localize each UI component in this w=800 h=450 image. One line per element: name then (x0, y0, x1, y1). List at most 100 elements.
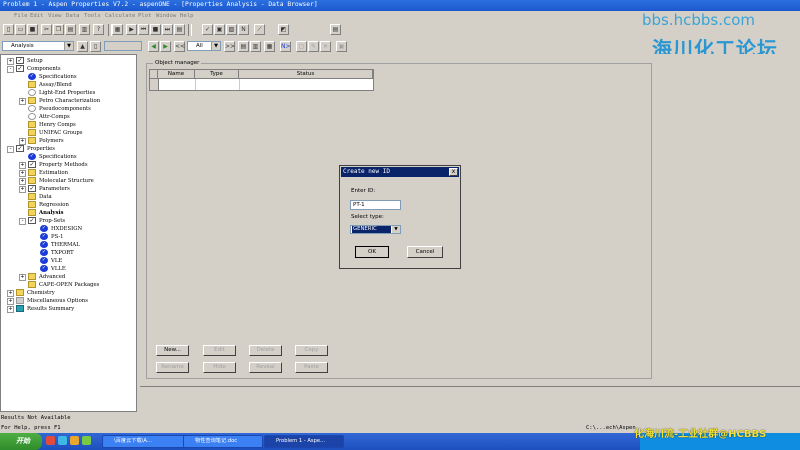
menu-plot[interactable]: Plot (138, 13, 151, 19)
rename-button[interactable]: Rename (156, 362, 189, 373)
collapse-icon[interactable]: - (7, 146, 14, 153)
quicklaunch-chat-icon[interactable] (82, 436, 91, 445)
tree-item[interactable]: + Chemistry (1, 289, 136, 297)
open-file-icon[interactable]: ▭ (15, 24, 26, 35)
tree-item[interactable]: ✓ Specifications (1, 73, 136, 81)
task-button-folder[interactable]: \百度云下载\A... (102, 435, 186, 448)
tree-item[interactable]: - ✓ Prop-Sets (1, 217, 136, 225)
previous-button[interactable]: << (174, 41, 185, 52)
quicklaunch-qq-icon[interactable] (70, 436, 79, 445)
nav-folder-combo[interactable]: Analysis ▼ (2, 41, 74, 51)
expand-icon[interactable]: + (19, 98, 26, 105)
expand-icon[interactable]: + (19, 162, 26, 169)
results-icon[interactable]: ▤ (174, 24, 185, 35)
id-input[interactable]: PT-1 (350, 200, 401, 210)
next-icon[interactable]: N (238, 24, 249, 35)
tree-item[interactable]: ✓ THERMAL (1, 241, 136, 249)
cut-icon[interactable]: ✂ (41, 24, 52, 35)
print-icon[interactable]: ▥ (79, 24, 90, 35)
menu-file[interactable]: File (14, 13, 27, 19)
type-select[interactable]: GENERIC ▼ (350, 225, 401, 234)
tree-item[interactable]: Pseudocomponents (1, 105, 136, 113)
tree-item[interactable]: ✓ HXDESIGN (1, 225, 136, 233)
chevron-down-icon[interactable]: ▼ (211, 42, 220, 50)
tree-item[interactable]: - ✓ Properties (1, 145, 136, 153)
tree-item[interactable]: Light-End Properties (1, 89, 136, 97)
close-icon[interactable]: x (449, 168, 458, 176)
back-arrow-icon[interactable]: ◀ (148, 41, 159, 52)
input-icon[interactable]: ▧ (226, 24, 237, 35)
tree-item[interactable]: UNIFAC Groups (1, 129, 136, 137)
tree-item[interactable]: CAPE-OPEN Packages (1, 281, 136, 289)
next-button[interactable]: >> (224, 41, 235, 52)
filter-combo[interactable]: All ▼ (187, 41, 221, 51)
column-header-type[interactable]: Type (195, 70, 239, 79)
save-icon[interactable]: ■ (27, 24, 38, 35)
tree-item[interactable]: Assay/Blend (1, 81, 136, 89)
edit-object-icon[interactable]: ✎ (308, 41, 319, 52)
expand-icon[interactable]: + (19, 138, 26, 145)
tree-item[interactable]: + Advanced (1, 273, 136, 281)
tree-item[interactable]: + Polymers (1, 137, 136, 145)
object-combo[interactable] (104, 41, 142, 51)
tree-item[interactable]: + Results Summary (1, 305, 136, 313)
flag-icon[interactable]: ▤ (330, 24, 341, 35)
tree-item[interactable]: Attr-Comps (1, 113, 136, 121)
new-file-icon[interactable]: ▯ (3, 24, 14, 35)
plot-icon[interactable]: ⟋ (254, 24, 265, 35)
chevron-down-icon[interactable]: ▼ (392, 226, 400, 233)
edit-button[interactable]: Edit (203, 345, 236, 356)
reveal-button[interactable]: Reveal (249, 362, 282, 373)
ok-button[interactable]: OK (355, 246, 389, 258)
cancel-button[interactable]: Cancel (407, 246, 443, 258)
tree-item[interactable]: + Petro Characterization (1, 97, 136, 105)
reinitialize-icon[interactable]: ⏭ (162, 24, 173, 35)
run-icon[interactable]: ▶ (126, 24, 137, 35)
menu-view[interactable]: View (48, 13, 61, 19)
tree-item[interactable]: Analysis (1, 209, 136, 217)
tree-item[interactable]: + ✓ Property Methods (1, 161, 136, 169)
menu-edit[interactable]: Edit (30, 13, 43, 19)
form-icon[interactable]: ▤ (238, 41, 249, 52)
stop-icon[interactable]: ■ (150, 24, 161, 35)
tree-item[interactable]: Henry Comps (1, 121, 136, 129)
expand-icon[interactable]: + (19, 170, 26, 177)
expand-icon[interactable]: + (19, 186, 26, 193)
step-icon[interactable]: ⏮ (138, 24, 149, 35)
column-header-name[interactable]: Name (158, 70, 195, 79)
delete-object-icon[interactable]: ✕ (320, 41, 331, 52)
next-required-button[interactable]: N> (280, 41, 291, 52)
tree-item[interactable]: ✓ PS-1 (1, 233, 136, 241)
menu-data[interactable]: Data (66, 13, 79, 19)
expand-icon[interactable]: + (19, 178, 26, 185)
up-folder-icon[interactable]: ▲ (77, 41, 88, 52)
tree-item[interactable]: ✓ VLLE (1, 265, 136, 273)
column-header-status[interactable]: Status (239, 70, 373, 79)
menu-help[interactable]: Help (180, 13, 193, 19)
list-icon[interactable]: ▥ (250, 41, 261, 52)
check-results-icon[interactable]: ✓ (202, 24, 213, 35)
delete-button[interactable]: Delete (249, 345, 282, 356)
help-pointer-icon[interactable]: ? (93, 24, 104, 35)
paste-icon[interactable]: ▤ (65, 24, 76, 35)
tree-item[interactable]: + ✓ Setup (1, 57, 136, 65)
chart-icon[interactable]: ◩ (278, 24, 289, 35)
forward-arrow-icon[interactable]: ▶ (160, 41, 171, 52)
hide-button[interactable]: Hide (203, 362, 236, 373)
paste-button[interactable]: Paste (295, 362, 328, 373)
collapse-icon[interactable]: - (19, 218, 26, 225)
tree-item[interactable]: Data (1, 193, 136, 201)
copy-button[interactable]: Copy (295, 345, 328, 356)
tree-item[interactable]: + Estimation (1, 169, 136, 177)
object-table[interactable]: Name Type Status (149, 69, 374, 91)
control-panel-icon[interactable]: ▦ (112, 24, 123, 35)
data-icon[interactable]: ▣ (214, 24, 225, 35)
quicklaunch-browser-icon[interactable] (46, 436, 55, 445)
menu-tools[interactable]: Tools (84, 13, 101, 19)
new-object-icon[interactable]: ▢ (296, 41, 307, 52)
collapse-icon[interactable]: - (7, 66, 14, 73)
tree-item[interactable]: - ✓ Components (1, 65, 136, 73)
hide-object-icon[interactable]: ▣ (336, 41, 347, 52)
tree-item[interactable]: + Molecular Structure (1, 177, 136, 185)
menu-window[interactable]: Window (156, 13, 176, 19)
